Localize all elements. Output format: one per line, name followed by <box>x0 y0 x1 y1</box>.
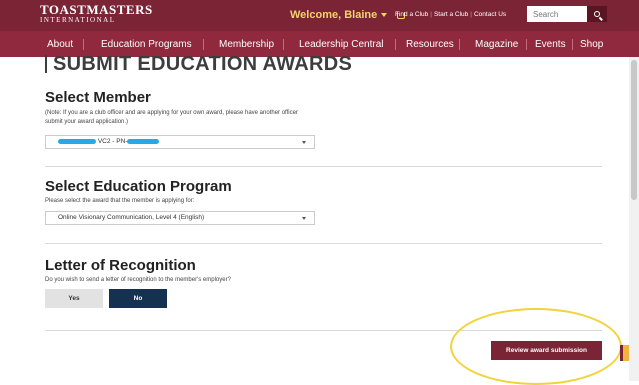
letter-question: Do you wish to send a letter of recognit… <box>45 277 231 283</box>
nav-item-shop[interactable]: Shop <box>580 39 603 50</box>
welcome-text: Welcome, Blaine <box>290 9 378 21</box>
link-separator: | <box>470 11 472 18</box>
toastmasters-logo[interactable]: TOASTMASTERS INTERNATIONAL <box>40 3 153 25</box>
nav-divider <box>459 39 460 50</box>
nav-divider <box>395 39 396 50</box>
search-input[interactable] <box>527 6 587 22</box>
no-button[interactable]: No <box>109 289 167 308</box>
annotation-circle <box>450 308 622 385</box>
chevron-down-icon <box>302 141 306 144</box>
logo-main-text: TOASTMASTERS <box>40 2 153 17</box>
link-start-a-club[interactable]: Start a Club <box>434 11 468 18</box>
select-member-heading: Select Member <box>45 89 151 106</box>
program-select[interactable]: Online Visionary Communication, Level 4 … <box>45 211 315 225</box>
link-separator: | <box>430 11 432 18</box>
top-bar: TOASTMASTERS INTERNATIONAL Welcome, Blai… <box>0 0 639 31</box>
search-button[interactable] <box>587 6 607 22</box>
utility-links: Find a Club | Start a Club | Contact Us <box>395 11 506 18</box>
chevron-down-icon <box>302 217 306 220</box>
search-icon <box>594 11 600 17</box>
nav-divider <box>203 39 204 50</box>
nav-item-education-programs[interactable]: Education Programs <box>101 39 192 50</box>
nav-item-magazine[interactable]: Magazine <box>475 39 518 50</box>
section-divider <box>45 166 602 167</box>
select-member-note: (Note: If you are a club officer and are… <box>45 110 298 125</box>
title-accent-bar <box>45 55 47 73</box>
select-program-note: Please select the award that the member … <box>45 198 195 204</box>
logo-sub-text: INTERNATIONAL <box>40 16 116 24</box>
nav-divider <box>526 39 527 50</box>
redacted-name <box>58 138 96 144</box>
nav-item-membership[interactable]: Membership <box>219 39 274 50</box>
letter-heading: Letter of Recognition <box>45 257 196 274</box>
yes-button[interactable]: Yes <box>45 289 103 308</box>
nav-item-events[interactable]: Events <box>535 39 566 50</box>
link-contact-us[interactable]: Contact Us <box>474 11 506 18</box>
chevron-down-icon <box>381 13 388 17</box>
redacted-id <box>127 138 160 144</box>
section-divider <box>45 243 602 244</box>
link-find-a-club[interactable]: Find a Club <box>395 11 428 18</box>
program-select-value: Online Visionary Communication, Level 4 … <box>58 214 205 221</box>
nav-divider <box>572 39 573 50</box>
welcome-menu[interactable]: Welcome, Blaine <box>290 9 406 21</box>
page-title: SUBMIT EDUCATION AWARDS <box>53 53 353 75</box>
nav-divider <box>83 39 84 50</box>
nav-divider <box>283 39 284 50</box>
member-select[interactable]: VC2 - PN- <box>45 135 315 149</box>
member-select-value: VC2 - PN- <box>97 138 128 145</box>
nav-item-about[interactable]: About <box>47 39 73 50</box>
select-program-heading: Select Education Program <box>45 178 232 195</box>
nav-item-resources[interactable]: Resources <box>406 39 454 50</box>
scrollbar-thumb[interactable] <box>631 60 637 200</box>
nav-item-leadership-central[interactable]: Leadership Central <box>299 39 384 50</box>
